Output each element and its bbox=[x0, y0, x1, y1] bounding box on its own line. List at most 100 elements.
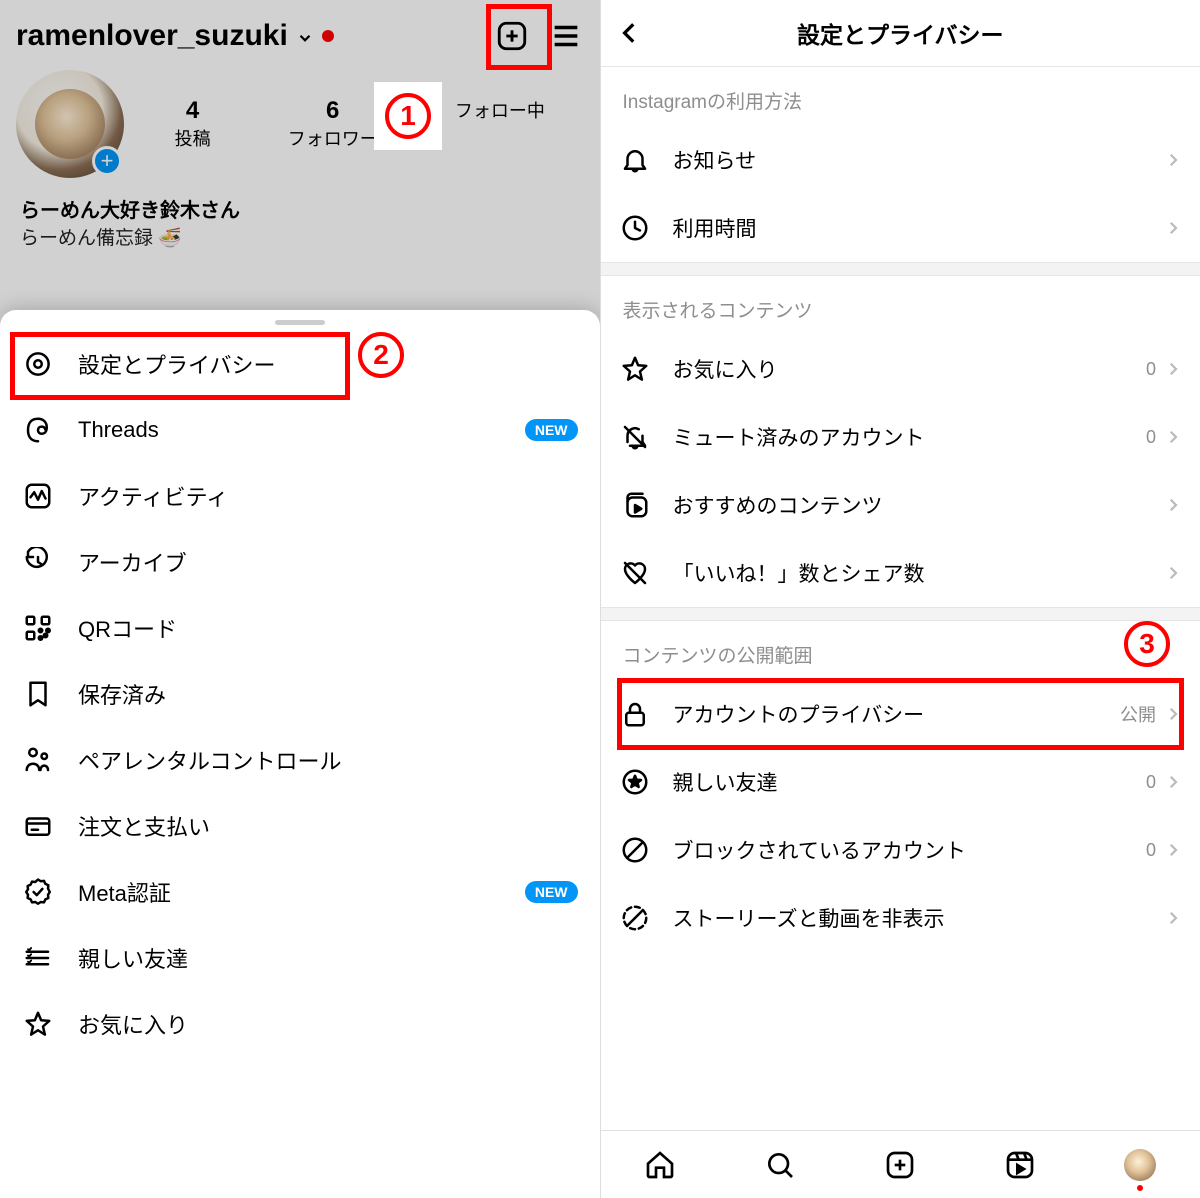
settings-row-dashedcircle[interactable]: ストーリーズと動画を非表示 bbox=[601, 884, 1200, 952]
settings-row-reelsplay[interactable]: おすすめのコンテンツ bbox=[601, 471, 1200, 539]
annotation-step-2: 2 bbox=[358, 332, 418, 392]
stat-followers[interactable]: 6フォロワー bbox=[288, 97, 378, 151]
menu-item-label: アーカイブ bbox=[78, 546, 187, 578]
annotation-step-1: 1 bbox=[374, 82, 442, 150]
menu-item-label: Threads bbox=[78, 417, 159, 443]
menu-item-parental[interactable]: ペアレンタルコントロール bbox=[0, 727, 600, 793]
settings-row-label: お気に入り bbox=[673, 354, 778, 384]
tab-profile-dot bbox=[1137, 1185, 1143, 1191]
heartslash-icon bbox=[619, 557, 651, 589]
trail-value: 0 bbox=[1146, 359, 1156, 380]
settings-header: 設定とプライバシー bbox=[601, 0, 1200, 66]
tab-reels[interactable] bbox=[1004, 1149, 1036, 1181]
stat-following[interactable]: フォロー中 bbox=[455, 97, 545, 151]
menu-item-threads[interactable]: Threads NEW bbox=[0, 397, 600, 463]
bio-desc: らーめん備忘録 🍜 bbox=[20, 223, 580, 250]
settings-row-bell[interactable]: お知らせ bbox=[601, 126, 1200, 194]
settings-row-label: 親しい友達 bbox=[673, 767, 778, 797]
settings-row-label: おすすめのコンテンツ bbox=[673, 490, 883, 520]
trail-value: 0 bbox=[1146, 772, 1156, 793]
settings-row-star[interactable]: お気に入り 0 bbox=[601, 335, 1200, 403]
tab-create[interactable] bbox=[884, 1149, 916, 1181]
new-badge: NEW bbox=[525, 419, 578, 441]
starcircle-icon bbox=[619, 766, 651, 798]
menu-item-label: Meta認証 bbox=[78, 876, 171, 908]
menu-item-label: ペアレンタルコントロール bbox=[78, 744, 342, 776]
reelsplay-icon bbox=[619, 489, 651, 521]
settings-row-clock[interactable]: 利用時間 bbox=[601, 194, 1200, 262]
chevron-down-icon bbox=[296, 25, 314, 47]
archive-icon bbox=[22, 546, 54, 578]
clock-icon bbox=[619, 212, 651, 244]
trail-value: 0 bbox=[1146, 840, 1156, 861]
profile-username[interactable]: ramenlover_suzuki bbox=[16, 19, 288, 53]
menu-item-activity[interactable]: アクティビティ bbox=[0, 463, 600, 529]
bell-icon bbox=[619, 144, 651, 176]
card-icon bbox=[22, 810, 54, 842]
avatar-add-icon[interactable]: + bbox=[92, 146, 122, 176]
menu-item-label: お気に入り bbox=[78, 1008, 188, 1040]
star-icon bbox=[619, 353, 651, 385]
parental-icon bbox=[22, 744, 54, 776]
menu-item-archive[interactable]: アーカイブ bbox=[0, 529, 600, 595]
right-panel: 設定とプライバシー Instagramの利用方法 お知らせ利用時間 表示されるコ… bbox=[601, 0, 1200, 1198]
menu-item-label: QRコード bbox=[78, 612, 177, 644]
hamburger-menu-button[interactable] bbox=[548, 18, 584, 54]
section-2-title: 表示されるコンテンツ bbox=[601, 276, 1200, 335]
settings-title: 設定とプライバシー bbox=[797, 16, 1004, 50]
bookmark-icon bbox=[22, 678, 54, 710]
menu-item-bookmark[interactable]: 保存済み bbox=[0, 661, 600, 727]
bellslash-icon bbox=[619, 421, 651, 453]
tab-profile[interactable] bbox=[1124, 1149, 1156, 1181]
trail-value: 0 bbox=[1146, 427, 1156, 448]
star-icon bbox=[22, 1008, 54, 1040]
annotation-box-3 bbox=[617, 678, 1185, 750]
menu-item-label: アクティビティ bbox=[78, 480, 228, 512]
tab-home[interactable] bbox=[644, 1149, 676, 1181]
settings-row-label: 「いいね！」数とシェア数 bbox=[673, 558, 925, 588]
closefriends-icon bbox=[22, 942, 54, 974]
settings-row-label: 利用時間 bbox=[673, 213, 757, 243]
bottom-tabbar bbox=[601, 1130, 1200, 1198]
threads-icon bbox=[22, 414, 54, 446]
verified-icon bbox=[22, 876, 54, 908]
activity-icon bbox=[22, 480, 54, 512]
sheet-handle[interactable] bbox=[275, 320, 325, 325]
block-icon bbox=[619, 834, 651, 866]
hamburger-sheet: 設定とプライバシーThreadsNEWアクティビティアーカイブQRコード保存済み… bbox=[0, 310, 600, 1198]
annotation-box-2 bbox=[10, 332, 350, 400]
settings-row-label: ストーリーズと動画を非表示 bbox=[673, 903, 945, 933]
menu-item-label: 親しい友達 bbox=[78, 942, 188, 974]
settings-row-label: ミュート済みのアカウント bbox=[673, 422, 925, 452]
new-badge: NEW bbox=[525, 881, 578, 903]
section-1-title: Instagramの利用方法 bbox=[601, 67, 1200, 126]
profile-row: + 4投稿 6フォロワー フォロー中 bbox=[0, 64, 600, 186]
section-3-title: コンテンツの公開範囲 bbox=[601, 621, 1200, 680]
settings-row-label: ブロックされているアカウント bbox=[673, 835, 966, 865]
stat-posts[interactable]: 4投稿 bbox=[175, 97, 211, 151]
qr-icon bbox=[22, 612, 54, 644]
tab-search[interactable] bbox=[764, 1149, 796, 1181]
settings-row-bellslash[interactable]: ミュート済みのアカウント 0 bbox=[601, 403, 1200, 471]
settings-row-heartslash[interactable]: 「いいね！」数とシェア数 bbox=[601, 539, 1200, 607]
bio-name: らーめん大好き鈴木さん bbox=[20, 194, 580, 223]
profile-stats: 4投稿 6フォロワー フォロー中 bbox=[136, 97, 584, 151]
menu-item-star[interactable]: お気に入り bbox=[0, 991, 600, 1057]
menu-item-closefriends[interactable]: 親しい友達 bbox=[0, 925, 600, 991]
left-panel: ramenlover_suzuki + 4投稿 6フォロワー bbox=[0, 0, 601, 1198]
menu-item-label: 注文と支払い bbox=[78, 810, 210, 842]
notification-dot bbox=[322, 30, 334, 42]
menu-item-label: 保存済み bbox=[78, 678, 166, 710]
profile-avatar[interactable]: + bbox=[16, 70, 124, 178]
annotation-box-1 bbox=[486, 4, 552, 70]
settings-row-starcircle[interactable]: 親しい友達 0 bbox=[601, 748, 1200, 816]
menu-item-card[interactable]: 注文と支払い bbox=[0, 793, 600, 859]
back-button[interactable] bbox=[617, 20, 643, 46]
settings-row-label: お知らせ bbox=[673, 145, 757, 175]
menu-item-qr[interactable]: QRコード bbox=[0, 595, 600, 661]
annotation-step-3: 3 bbox=[1124, 621, 1170, 667]
dashedcircle-icon bbox=[619, 902, 651, 934]
menu-item-verified[interactable]: Meta認証 NEW bbox=[0, 859, 600, 925]
settings-row-block[interactable]: ブロックされているアカウント 0 bbox=[601, 816, 1200, 884]
profile-bio: らーめん大好き鈴木さん らーめん備忘録 🍜 bbox=[0, 186, 600, 290]
